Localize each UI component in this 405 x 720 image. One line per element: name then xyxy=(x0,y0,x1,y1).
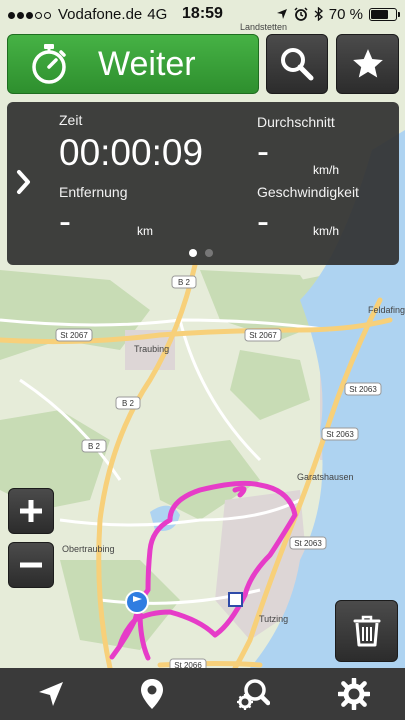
battery-percent: 70 % xyxy=(328,5,363,23)
bottom-toolbar xyxy=(0,668,405,720)
svg-text:B 2: B 2 xyxy=(178,278,191,287)
location-button[interactable] xyxy=(122,668,182,720)
page-indicator[interactable] xyxy=(189,249,213,257)
svg-text:St 2063: St 2063 xyxy=(326,430,354,439)
svg-text:St 2067: St 2067 xyxy=(60,331,88,340)
entfernung-label: Entfernung xyxy=(59,184,128,200)
bluetooth-icon xyxy=(314,7,323,21)
road-shield: B 2 xyxy=(171,275,197,289)
place-garatshausen: Garatshausen xyxy=(297,472,354,482)
search-settings-icon xyxy=(237,679,271,710)
svg-text:B 2: B 2 xyxy=(122,399,135,408)
navigation-arrow-icon xyxy=(38,682,63,706)
search-icon xyxy=(281,48,314,81)
stopwatch-icon xyxy=(22,37,76,91)
geschwindigkeit-value: - xyxy=(257,200,269,241)
road-shield: St 2067 xyxy=(244,328,282,342)
weiter-label: Weiter xyxy=(98,44,196,83)
stat-zeit: Zeit 00:00:09 xyxy=(59,112,203,174)
plus-icon xyxy=(20,500,42,522)
location-arrow-icon xyxy=(276,9,287,19)
durchschnitt-label: Durchschnitt xyxy=(257,114,335,130)
road-shield: St 2067 xyxy=(55,328,93,342)
stat-geschwindigkeit: Geschwindigkeit - km/h xyxy=(257,184,359,242)
current-position-marker xyxy=(125,590,149,614)
svg-text:St 2063: St 2063 xyxy=(349,385,377,394)
page-dot[interactable] xyxy=(205,249,213,257)
star-icon xyxy=(352,49,383,78)
weiter-button[interactable]: Weiter xyxy=(7,34,259,94)
gear-icon xyxy=(338,678,371,710)
zeit-value: 00:00:09 xyxy=(59,132,204,173)
road-shield: St 2063 xyxy=(321,427,359,441)
stat-entfernung: Entfernung - km xyxy=(59,184,153,242)
alarm-icon xyxy=(294,7,308,21)
road-shield: St 2063 xyxy=(289,536,327,550)
road-shield: B 2 xyxy=(81,439,107,453)
start-marker xyxy=(228,592,243,607)
place-obertraubing: Obertraubing xyxy=(62,544,115,554)
geschwindigkeit-label: Geschwindigkeit xyxy=(257,184,359,200)
search-button[interactable] xyxy=(266,34,328,94)
durchschnitt-unit: km/h xyxy=(313,163,340,177)
svg-text:B 2: B 2 xyxy=(88,442,101,451)
place-tutzing: Tutzing xyxy=(259,614,288,624)
search-settings-button[interactable] xyxy=(223,668,283,720)
zeit-label: Zeit xyxy=(59,112,83,128)
map-pin-icon xyxy=(140,679,163,709)
road-shield: B 2 xyxy=(115,396,141,410)
chevron-right-icon xyxy=(17,170,30,194)
expand-panel-button[interactable] xyxy=(13,168,35,196)
carrier-name: Vodafone.de xyxy=(58,5,143,23)
trash-button[interactable] xyxy=(335,600,398,662)
entfernung-unit: km xyxy=(137,224,153,238)
place-traubing: Traubing xyxy=(134,344,169,354)
minus-icon xyxy=(20,562,42,568)
geschwindigkeit-unit: km/h xyxy=(313,224,340,238)
road-shield: St 2063 xyxy=(344,382,382,396)
favorite-button[interactable] xyxy=(336,34,399,94)
stats-panel[interactable]: Zeit 00:00:09 Durchschnitt - km/h Entfer… xyxy=(7,102,399,265)
trash-icon xyxy=(353,615,380,647)
signal-strength-icon xyxy=(8,6,53,23)
navigate-button[interactable] xyxy=(21,668,81,720)
status-bar: Vodafone.de 4G 18:59 70 % xyxy=(0,0,405,28)
svg-text:St 2063: St 2063 xyxy=(294,539,322,548)
network-type: 4G xyxy=(147,5,168,23)
place-feldafing: Feldafing xyxy=(368,305,405,315)
page-dot[interactable] xyxy=(189,249,197,257)
stat-durchschnitt: Durchschnitt - km/h xyxy=(257,114,339,177)
entfernung-value: - xyxy=(59,200,71,241)
zoom-out-button[interactable] xyxy=(8,542,54,588)
svg-text:St 2067: St 2067 xyxy=(249,331,277,340)
battery-fill xyxy=(371,9,388,19)
battery-icon xyxy=(369,7,400,21)
settings-button[interactable] xyxy=(324,668,384,720)
zoom-in-button[interactable] xyxy=(8,488,54,534)
